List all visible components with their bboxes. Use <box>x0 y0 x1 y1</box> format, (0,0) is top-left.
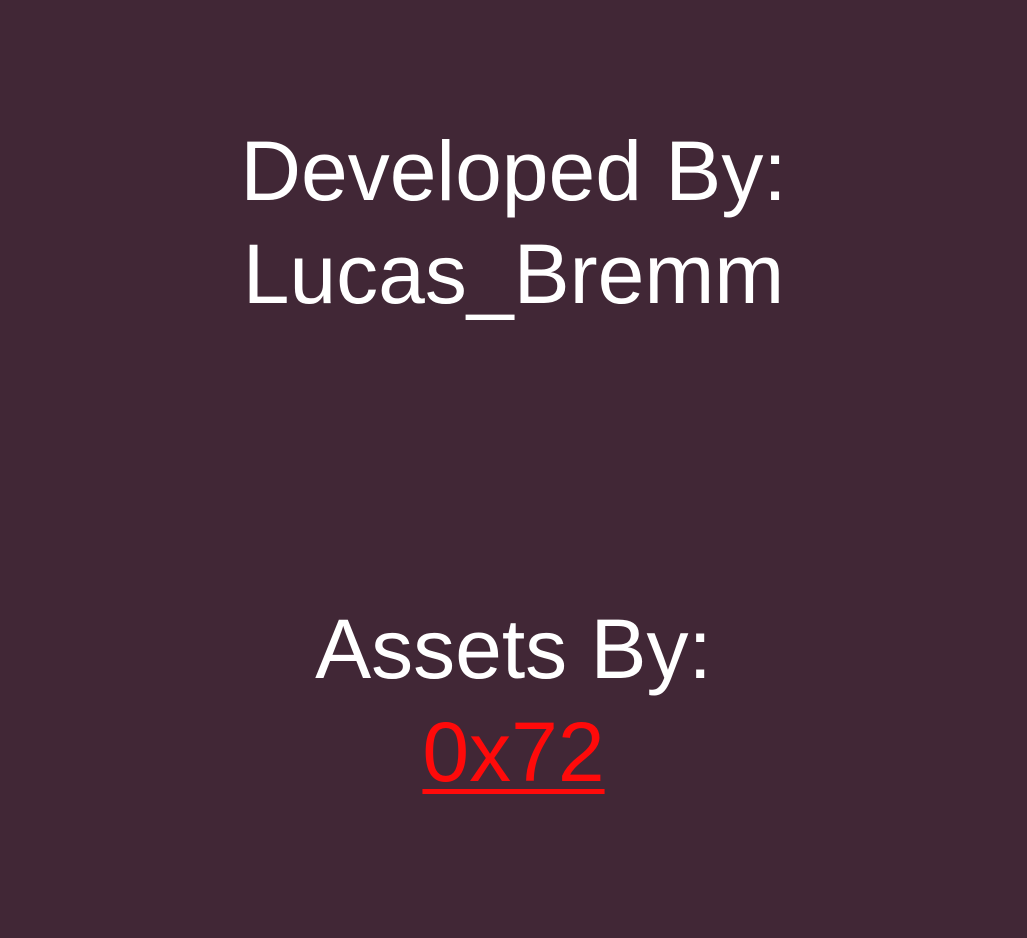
assets-heading: Assets By: <box>315 602 712 696</box>
credits-screen: Developed By: Lucas_Bremm Assets By: 0x7… <box>0 0 1027 938</box>
assets-link-line: 0x72 <box>0 701 1027 804</box>
assets-author-link[interactable]: 0x72 <box>422 705 604 799</box>
developer-heading: Developed By: <box>240 124 787 218</box>
assets-credit: Assets By: 0x72 <box>0 598 1027 804</box>
developer-credit: Developed By: Lucas_Bremm <box>0 120 1027 326</box>
developer-name: Lucas_Bremm <box>242 227 785 321</box>
